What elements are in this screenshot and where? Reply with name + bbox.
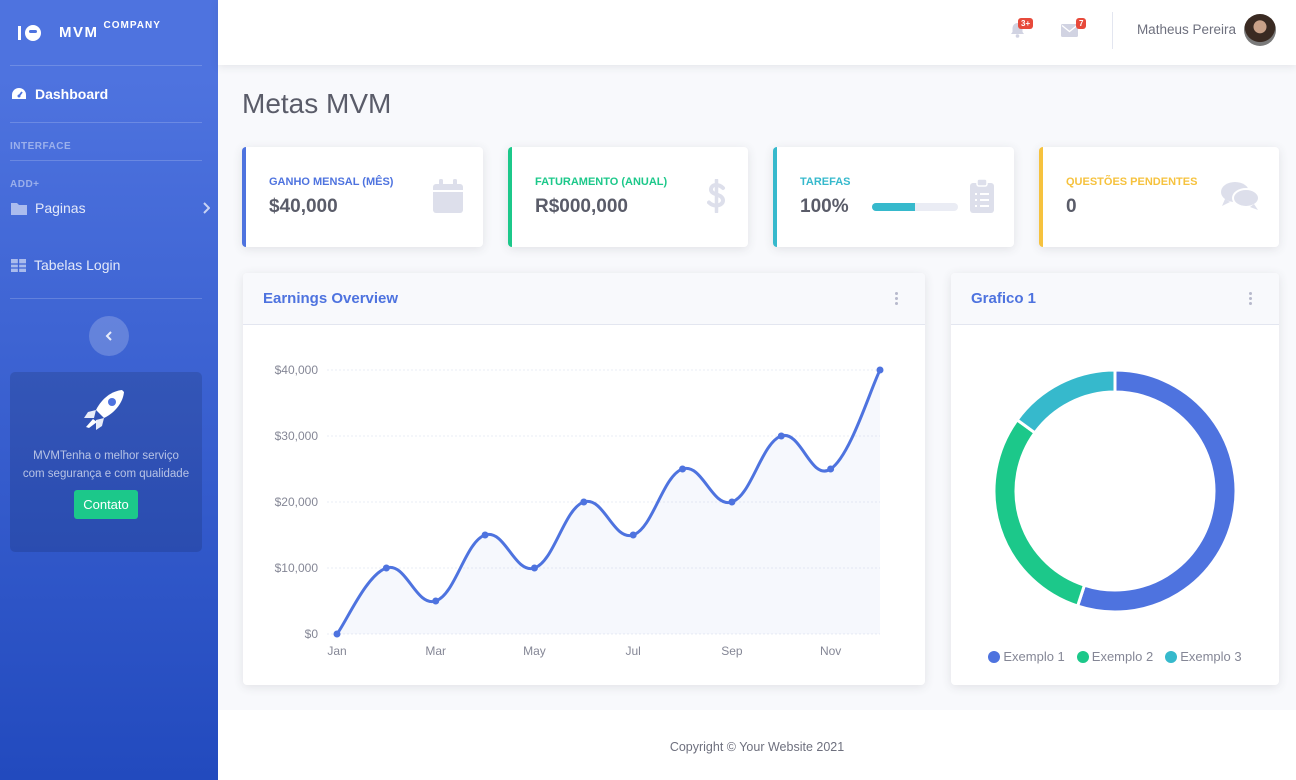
sidebar-cta: MVMTenha o melhor serviço com segurança …	[10, 372, 202, 552]
footer: Copyright © Your Website 2021	[218, 710, 1296, 780]
data-point	[629, 531, 637, 539]
y-tick-label: $30,000	[275, 429, 319, 443]
folder-icon	[11, 202, 27, 215]
table-icon	[11, 258, 26, 272]
donut-slice	[992, 417, 1087, 608]
data-point	[580, 498, 588, 506]
data-point	[382, 564, 390, 572]
stat-value: 100%	[800, 196, 849, 217]
y-tick-label: $0	[305, 627, 319, 641]
brand-sub: COMPANY	[103, 20, 161, 31]
sidebar-item-tabelas-login[interactable]: Tabelas Login	[0, 232, 218, 298]
data-point	[432, 597, 440, 605]
clipboard-icon	[970, 179, 994, 213]
stat-card-tarefas: Tarefas 100%	[773, 147, 1014, 247]
topbar: 3+ 7 Matheus Pereira	[218, 0, 1296, 65]
x-tick-label: Nov	[820, 644, 841, 658]
x-tick-label: Jan	[327, 644, 346, 658]
avatar[interactable]	[1244, 14, 1276, 46]
earnings-panel: Earnings Overview $0 $10,000 $20,000 $30,00…	[243, 273, 925, 685]
stat-value: 0	[1066, 196, 1077, 217]
earnings-title: Earnings Overview	[263, 290, 399, 307]
x-tick-label: Jul	[626, 644, 641, 658]
sidebar-item-label: Dashboard	[35, 86, 109, 102]
x-tick-label: Sep	[721, 644, 743, 658]
dollar-icon	[707, 179, 726, 213]
comments-icon	[1221, 182, 1259, 210]
topbar-divider	[1112, 12, 1113, 49]
messages-badge: 7	[1076, 18, 1087, 29]
chevron-right-icon	[203, 202, 210, 214]
data-point	[777, 432, 785, 440]
earnings-panel-header: Earnings Overview	[243, 273, 925, 325]
cta-text: MVMTenha o melhor serviço com segurança …	[22, 450, 190, 480]
data-point	[530, 564, 538, 572]
page-title: Metas MVM	[242, 88, 392, 119]
legend-item: Exemplo 3	[1165, 649, 1242, 664]
data-point	[679, 465, 687, 473]
y-tick-label: $40,000	[275, 363, 319, 377]
brand-name: MVM	[59, 24, 99, 41]
stat-card-ganho: Ganho Mensal (Mês) $40,000	[242, 147, 483, 247]
sidebar-item-label: Tabelas Login	[34, 257, 121, 273]
stat-label: Ganho Mensal (Mês)	[269, 176, 394, 188]
donut-title: Grafico 1	[971, 290, 1037, 307]
data-point	[876, 366, 884, 374]
sidebar: MVM COMPANY Dashboard INTERFACE ADD+ Pag…	[0, 0, 218, 780]
tachometer-icon	[12, 88, 26, 99]
more-options-icon[interactable]	[895, 292, 899, 307]
alerts-button[interactable]: 3+	[1010, 18, 1034, 43]
stat-card-faturamento: Faturamento (Anual) R$000,000	[508, 147, 748, 247]
stat-value: $40,000	[269, 196, 338, 217]
messages-button[interactable]: 7	[1061, 18, 1087, 42]
alerts-badge: 3+	[1018, 18, 1034, 29]
sidebar-item-paginas[interactable]: Paginas	[0, 184, 218, 232]
stat-label: Faturamento (Anual)	[535, 176, 668, 188]
sidebar-toggle-button[interactable]	[89, 316, 129, 356]
tarefas-progress-bar	[872, 203, 958, 211]
y-tick-label: $10,000	[275, 561, 319, 575]
sidebar-heading-interface: INTERFACE	[10, 141, 72, 152]
donut-panel-header: Grafico 1	[951, 273, 1279, 325]
donut-slice	[1015, 368, 1117, 435]
data-point	[333, 630, 341, 638]
stat-card-questoes: Questões Pendentes 0	[1039, 147, 1279, 247]
stat-label: Questões Pendentes	[1066, 176, 1198, 188]
stat-label: Tarefas	[800, 176, 851, 188]
earnings-chart: $0 $10,000 $20,000 $30,000 $40,000 Jan Mar May J…	[275, 363, 884, 658]
donut-legend: Exemplo 1 Exemplo 2 Exemplo 3	[951, 649, 1279, 664]
legend-item: Exemplo 1	[988, 649, 1065, 664]
stat-value: R$000,000	[535, 196, 628, 217]
rocket-icon	[84, 390, 124, 430]
more-options-icon[interactable]	[1249, 292, 1253, 307]
y-tick-label: $20,000	[275, 495, 319, 509]
brand[interactable]: MVM COMPANY	[0, 0, 218, 65]
contato-button[interactable]: Contato	[74, 490, 138, 519]
sidebar-item-label: Paginas	[35, 200, 86, 216]
legend-item: Exemplo 2	[1076, 649, 1153, 664]
data-point	[481, 531, 489, 539]
sidebar-item-dashboard[interactable]: Dashboard	[0, 66, 218, 122]
x-tick-label: May	[523, 644, 546, 658]
data-point	[827, 465, 835, 473]
copyright-text: Copyright © Your Website 2021	[669, 740, 845, 754]
donut-slice	[1075, 368, 1238, 614]
brand-logo-icon	[18, 24, 41, 41]
user-name[interactable]: Matheus Pereira	[1137, 22, 1236, 37]
donut-chart	[992, 368, 1238, 614]
chevron-left-icon	[105, 331, 112, 341]
calendar-icon	[433, 179, 463, 213]
x-tick-label: Mar	[425, 644, 446, 658]
donut-panel: Grafico 1 Exemplo 1 Exemplo 2 Exemplo 3	[951, 273, 1279, 685]
data-point	[728, 498, 736, 506]
